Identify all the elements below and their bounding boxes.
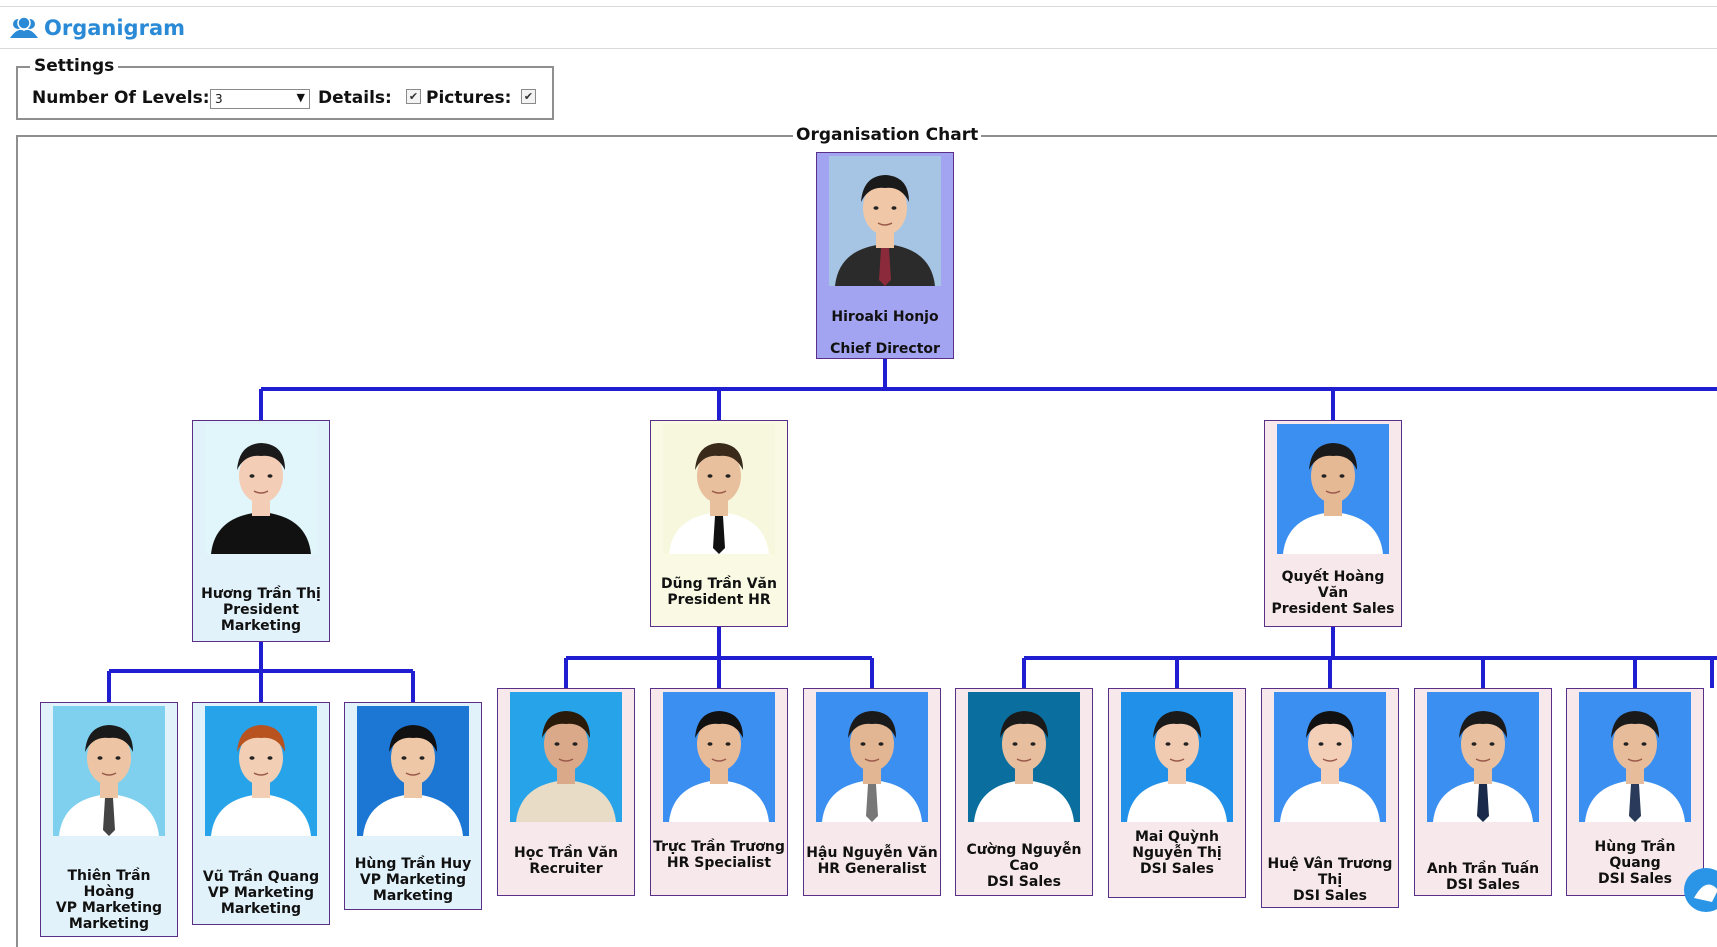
employee-title: VP Marketing Marketing (55, 900, 163, 932)
employee-title: DSI Sales (987, 874, 1061, 890)
org-node[interactable]: Thiên Trần Hoàng VP Marketing Marketing (40, 702, 178, 937)
org-node[interactable]: Hậu Nguyễn Văn HR Generalist (803, 688, 941, 896)
employee-name: Quyết Hoàng Văn (1281, 569, 1385, 601)
employee-name: Vũ Trần Quang (202, 869, 320, 885)
employee-name: Học Trần Văn (514, 845, 618, 861)
org-node[interactable]: Quyết Hoàng Văn President Sales (1264, 420, 1402, 627)
employee-photo (968, 692, 1080, 822)
employee-title: President Marketing (220, 602, 302, 634)
employee-title: VP Marketing Marketing (207, 885, 315, 917)
employee-photo (510, 692, 622, 822)
employee-name: Thiên Trần Hoàng (67, 868, 151, 900)
employee-photo (663, 692, 775, 822)
employee-name: Huệ Vân Trương Thị (1267, 856, 1393, 888)
employee-name: Hùng Trần Quang (1594, 839, 1676, 871)
employee-title: President HR (667, 592, 771, 608)
org-node[interactable]: Học Trần Văn Recruiter (497, 688, 635, 896)
employee-name: Dũng Trần Văn (661, 576, 777, 592)
org-node[interactable]: Anh Trần Tuấn DSI Sales (1414, 688, 1552, 896)
employee-name: Hương Trần Thị (201, 586, 321, 602)
employee-photo (205, 424, 317, 554)
org-node[interactable]: Hùng Trần Huy VP Marketing Marketing (344, 702, 482, 910)
org-node[interactable]: Hiroaki Honjo Chief Director (816, 152, 954, 359)
employee-photo (663, 424, 775, 554)
employee-title: HR Specialist (666, 855, 772, 871)
org-node[interactable]: Cường Nguyễn Cao DSI Sales (955, 688, 1093, 896)
employee-title: President Sales (1271, 601, 1395, 617)
employee-name: Hiroaki Honjo (831, 309, 939, 325)
org-node[interactable]: Huệ Vân Trương Thị DSI Sales (1261, 688, 1399, 908)
employee-photo (53, 706, 165, 836)
org-node[interactable]: Vũ Trần Quang VP Marketing Marketing (192, 702, 330, 925)
org-node[interactable]: Hương Trần Thị President Marketing (192, 420, 330, 642)
org-node[interactable]: Dũng Trần Văn President HR (650, 420, 788, 627)
employee-title: DSI Sales (1293, 888, 1367, 904)
employee-title: Recruiter (529, 861, 603, 877)
employee-photo (816, 692, 928, 822)
employee-name: Trực Trần Trương (653, 839, 785, 855)
employee-title: DSI Sales (1446, 877, 1520, 893)
employee-photo (1121, 692, 1233, 822)
employee-photo (357, 706, 469, 836)
employee-title: VP Marketing Marketing (359, 872, 467, 904)
employee-name: Hậu Nguyễn Văn (806, 845, 938, 861)
employee-photo (205, 706, 317, 836)
employee-photo (1277, 424, 1389, 554)
employee-title: DSI Sales (1598, 871, 1672, 887)
org-node[interactable]: Hùng Trần Quang DSI Sales (1566, 688, 1704, 896)
employee-name: Cường Nguyễn Cao (966, 842, 1082, 874)
org-node[interactable]: Mai Quỳnh Nguyễn Thị DSI Sales (1108, 688, 1246, 898)
employee-title: HR Generalist (817, 861, 927, 877)
employee-name: Mai Quỳnh Nguyễn Thị (1132, 829, 1222, 861)
employee-photo (1579, 692, 1691, 822)
employee-title: DSI Sales (1140, 861, 1214, 877)
employee-name: Anh Trần Tuấn (1426, 861, 1540, 877)
org-node[interactable]: Trực Trần Trương HR Specialist (650, 688, 788, 896)
employee-photo (1274, 692, 1386, 822)
employee-photo (829, 156, 941, 286)
employee-photo (1427, 692, 1539, 822)
employee-name: Hùng Trần Huy (354, 856, 472, 872)
employee-title: Chief Director (830, 341, 940, 357)
